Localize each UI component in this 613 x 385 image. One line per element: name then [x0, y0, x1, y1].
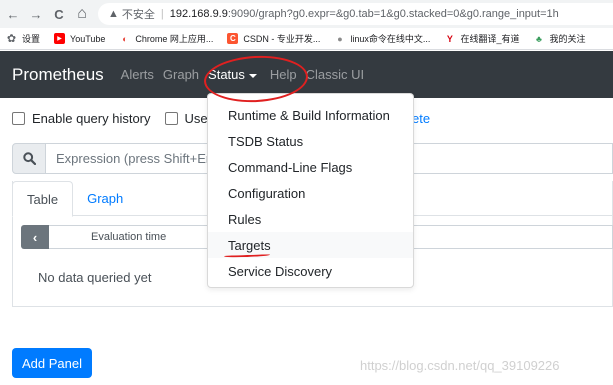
bookmark-follow[interactable]: ♣ 我的关注 [533, 32, 585, 45]
nav-graph[interactable]: Graph [163, 67, 199, 82]
youdao-icon: Y [446, 33, 453, 44]
nav-classic-ui[interactable]: Classic UI [306, 67, 365, 82]
url-host[interactable]: 192.168.9.9 [170, 8, 228, 20]
brand-logo[interactable]: Prometheus [12, 65, 104, 85]
status-dropdown-menu: Runtime & Build Information TSDB Status … [207, 93, 414, 288]
globe-icon: ● [337, 33, 343, 44]
url-path[interactable]: :9090/graph?g0.expr=&g0.tab=1&g0.stacked… [228, 8, 559, 20]
tab-graph[interactable]: Graph [73, 181, 137, 216]
warning-icon[interactable]: ▲ [108, 8, 119, 20]
bookmark-label: 我的关注 [549, 34, 586, 44]
youtube-icon: ▶ [54, 33, 66, 44]
chevron-left-icon[interactable]: ‹ [21, 225, 49, 249]
use-label: Use [184, 111, 208, 126]
use-checkbox[interactable] [164, 112, 178, 125]
menu-configuration[interactable]: Configuration [208, 180, 413, 206]
no-data-message: No data queried yet [38, 270, 152, 285]
nav-status-label: Status [208, 67, 245, 82]
url-separator: | [160, 8, 164, 20]
address-bar[interactable]: ▲ 不安全 | 192.168.9.9:9090/graph?g0.expr=&… [98, 3, 613, 25]
menu-tsdb-status[interactable]: TSDB Status [208, 128, 413, 154]
bookmark-linux[interactable]: ● linux命令在线中文... [334, 32, 430, 45]
query-options: Enable query history Use [12, 111, 222, 126]
menu-targets[interactable]: Targets [208, 232, 413, 258]
prometheus-navbar: Prometheus Alerts Graph Status Help Clas… [0, 51, 613, 98]
leaf-icon: ♣ [536, 33, 542, 44]
chrome-icon: ◐ [122, 33, 128, 44]
nav-alerts[interactable]: Alerts [121, 67, 154, 82]
menu-targets-label: Targets [228, 237, 271, 253]
bookmark-csdn[interactable]: C CSDN - 专业开发... [227, 32, 320, 45]
home-icon[interactable]: ⌂ [72, 4, 92, 24]
use-option[interactable]: Use [164, 111, 208, 126]
nav-status-dropdown[interactable]: Status [208, 67, 257, 82]
menu-command-line-flags[interactable]: Command-Line Flags [208, 154, 413, 180]
nav-help[interactable]: Help [270, 67, 297, 82]
bookmark-label: linux命令在线中文... [350, 34, 431, 44]
bookmark-chrome-store[interactable]: ◐ Chrome 网上应用... [119, 32, 213, 45]
partial-option-text[interactable]: ete [412, 111, 430, 126]
menu-rules[interactable]: Rules [208, 206, 413, 232]
tab-table[interactable]: Table [12, 181, 74, 217]
forward-arrow-icon[interactable]: → [26, 4, 46, 24]
bookmark-youdao[interactable]: Y 在线翻译_有道 [444, 32, 520, 45]
insecure-label[interactable]: 不安全 [122, 6, 155, 22]
bookmark-settings[interactable]: ✿ 设置 [6, 32, 40, 45]
bookmark-label: Chrome 网上应用... [135, 34, 214, 44]
menu-runtime-build-info[interactable]: Runtime & Build Information [208, 102, 413, 128]
bookmarks-bar: ✿ 设置 ▶ YouTube ◐ Chrome 网上应用... C CSDN -… [0, 28, 613, 50]
browser-toolbar: ← → C ⌂ ▲ 不安全 | 192.168.9.9:9090/graph?g… [0, 0, 613, 28]
query-history-option[interactable]: Enable query history [12, 111, 151, 126]
watermark: https://blog.csdn.net/qq_39109226 [360, 358, 560, 373]
add-panel-button[interactable]: Add Panel [12, 348, 92, 378]
bookmark-label: CSDN - 专业开发... [243, 34, 321, 44]
csdn-icon: C [227, 33, 239, 44]
bookmark-youtube[interactable]: ▶ YouTube [54, 33, 105, 44]
query-history-label: Enable query history [32, 111, 151, 126]
reload-icon[interactable]: C [49, 4, 69, 24]
bookmark-label: 在线翻译_有道 [460, 34, 520, 44]
caret-down-icon [248, 73, 257, 78]
gear-icon: ✿ [6, 33, 17, 45]
bookmark-label: YouTube [70, 33, 106, 44]
bookmark-label: 设置 [22, 34, 41, 44]
query-history-checkbox[interactable] [12, 112, 25, 125]
menu-service-discovery[interactable]: Service Discovery [208, 258, 413, 284]
back-arrow-icon[interactable]: ← [3, 4, 23, 24]
search-icon [22, 152, 36, 165]
search-button[interactable] [12, 143, 46, 174]
